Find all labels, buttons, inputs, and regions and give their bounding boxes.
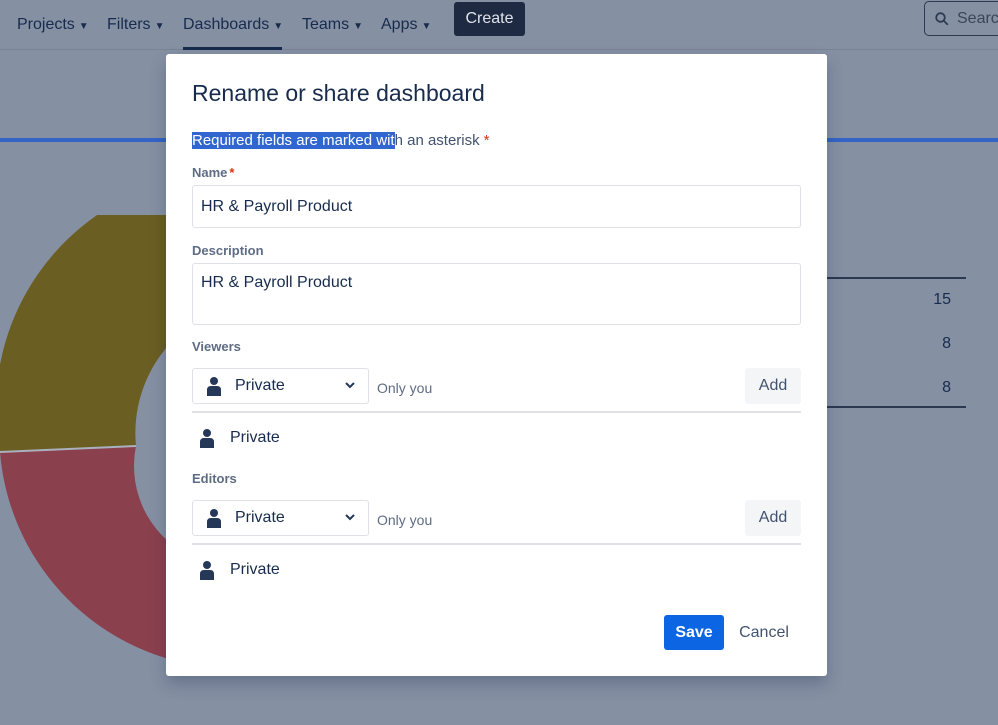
editor-entry: Private: [200, 560, 280, 580]
required-asterisk: *: [483, 132, 490, 149]
person-icon: [200, 561, 214, 580]
add-editor-button[interactable]: Add: [745, 500, 801, 536]
table-divider: [827, 406, 966, 408]
nav-teams-label: Teams: [302, 16, 350, 33]
viewers-select-value: Private: [235, 377, 285, 394]
chevron-down-icon: ▼: [273, 20, 284, 32]
top-navigation: Projects ▼ Filters ▼ Dashboards ▼ Teams ▼ Ap…: [0, 0, 998, 50]
save-button[interactable]: Save: [664, 615, 724, 650]
chevron-down-icon: ▼: [421, 20, 432, 32]
editor-entry-label: Private: [230, 561, 280, 578]
note-rest: h an asterisk: [394, 132, 480, 149]
name-field-value: HR & Payroll Product: [201, 197, 353, 215]
viewers-label: Viewers: [192, 339, 241, 354]
chevron-down-icon: [345, 514, 355, 521]
table-value: 8: [942, 335, 951, 352]
person-icon: [200, 429, 214, 448]
search-input[interactable]: Searc: [924, 1, 998, 36]
cancel-button[interactable]: Cancel: [732, 615, 796, 650]
viewers-divider: [192, 411, 801, 413]
viewers-hint: Only you: [377, 380, 433, 396]
person-icon: [207, 509, 221, 528]
editors-hint: Only you: [377, 512, 433, 528]
description-label: Description: [192, 243, 264, 258]
person-icon: [207, 377, 221, 396]
required-asterisk: *: [229, 165, 235, 180]
chevron-down-icon: ▼: [353, 20, 364, 32]
nav-filters-label: Filters: [107, 16, 151, 33]
viewer-entry: Private: [200, 428, 280, 448]
nav-apps[interactable]: Apps ▼: [381, 0, 431, 50]
description-field[interactable]: HR & Payroll Product: [192, 263, 801, 325]
add-viewer-button[interactable]: Add: [745, 368, 801, 404]
nav-dashboards-label: Dashboards: [183, 16, 270, 33]
viewer-entry-label: Private: [230, 429, 280, 446]
editors-select[interactable]: Private: [192, 500, 369, 536]
editors-divider: [192, 543, 801, 545]
chevron-down-icon: ▼: [154, 20, 165, 32]
chevron-down-icon: ▼: [78, 20, 89, 32]
nav-projects[interactable]: Projects ▼: [17, 0, 89, 50]
search-placeholder: Searc: [957, 9, 998, 27]
required-fields-note: Required fields are marked with an aster…: [192, 132, 489, 149]
name-label: Name *: [192, 165, 234, 180]
editors-label: Editors: [192, 471, 237, 486]
description-field-value: HR & Payroll Product: [201, 274, 353, 291]
nav-dashboards[interactable]: Dashboards ▼: [183, 0, 284, 50]
nav-teams[interactable]: Teams ▼: [302, 0, 363, 50]
viewers-select[interactable]: Private: [192, 368, 369, 404]
create-button[interactable]: Create: [454, 2, 525, 36]
dialog-title: Rename or share dashboard: [192, 80, 485, 106]
editors-select-value: Private: [235, 509, 285, 526]
nav-projects-label: Projects: [17, 16, 75, 33]
search-icon: [935, 11, 949, 25]
table-value: 15: [933, 291, 951, 308]
table-divider: [827, 277, 966, 279]
nav-filters[interactable]: Filters ▼: [107, 0, 164, 50]
selected-text: Required fields are marked wit: [192, 132, 395, 149]
nav-apps-label: Apps: [381, 16, 418, 33]
rename-share-dialog: Rename or share dashboard Required field…: [166, 54, 827, 676]
name-field[interactable]: HR & Payroll Product: [192, 185, 801, 228]
table-value: 8: [942, 379, 951, 396]
name-label-text: Name: [192, 165, 228, 180]
chevron-down-icon: [345, 382, 355, 389]
